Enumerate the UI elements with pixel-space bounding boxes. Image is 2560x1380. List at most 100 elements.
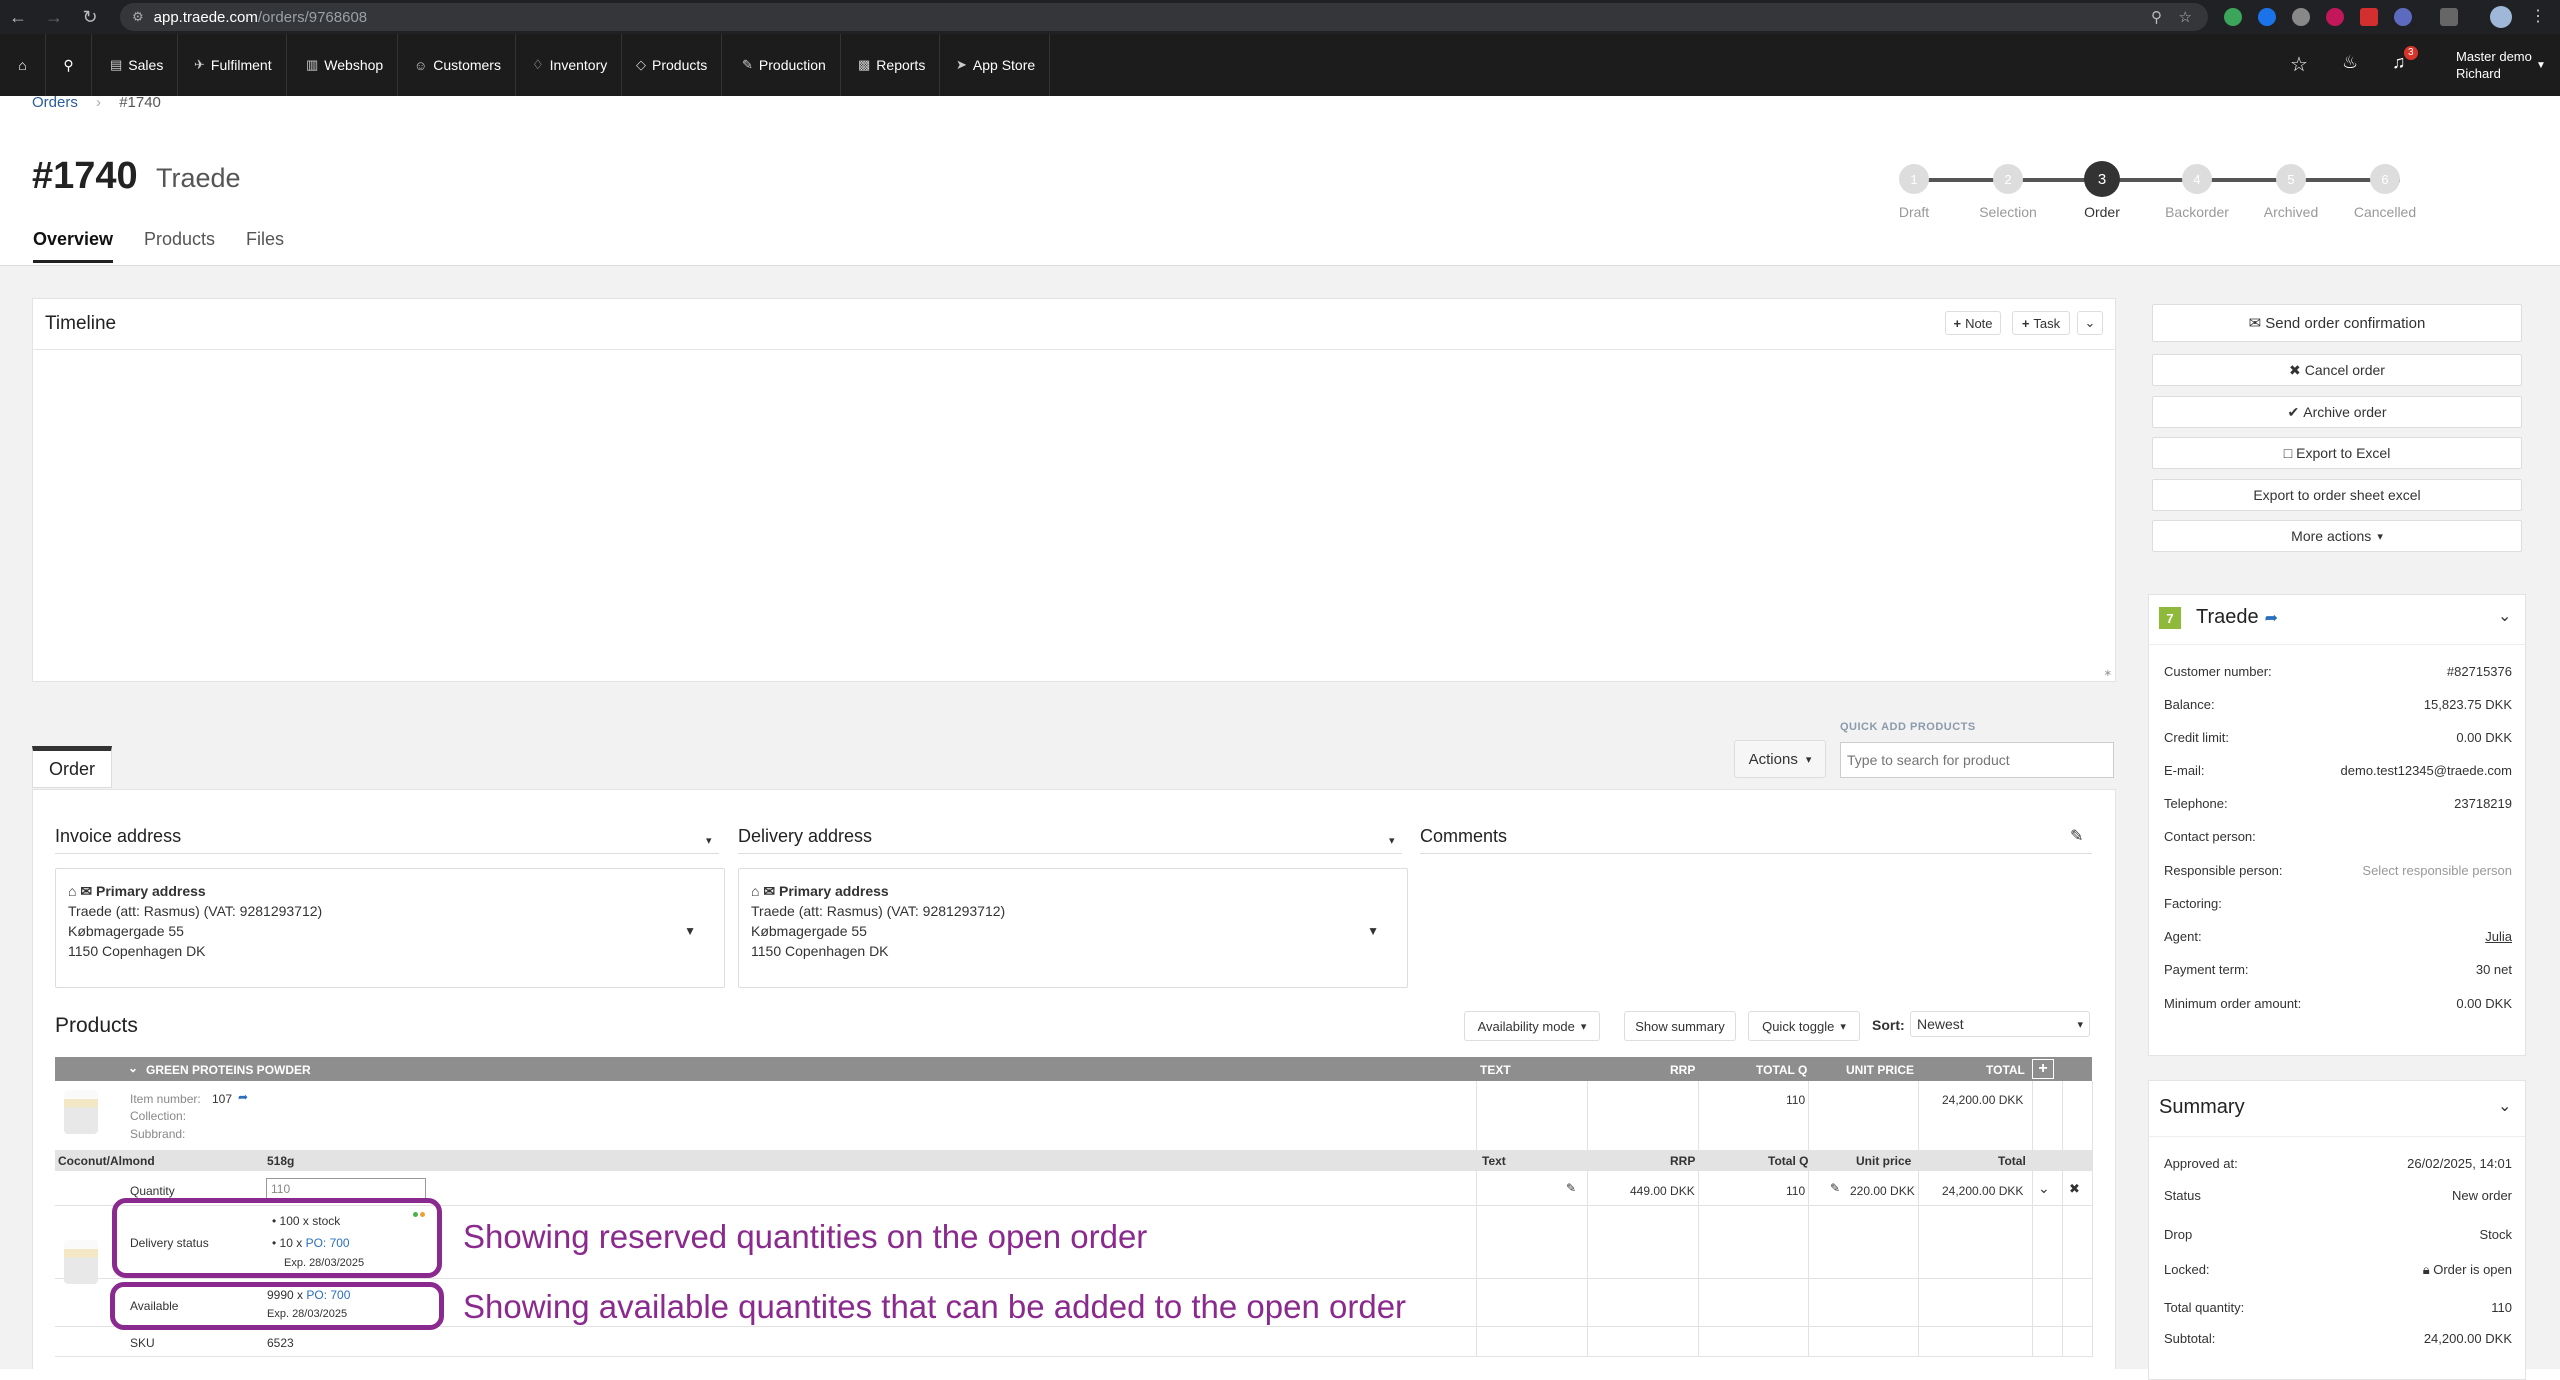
search-icon[interactable]: ⚲	[46, 34, 92, 96]
summary-divider	[2149, 1136, 2525, 1137]
extension-icon[interactable]	[2394, 8, 2412, 26]
nav-production[interactable]: ✎ Production	[728, 34, 841, 96]
order-actions-button[interactable]: Actions ▾	[1734, 740, 1826, 778]
step-cancelled[interactable]: 6	[2370, 164, 2400, 194]
extension-icon[interactable]	[2292, 8, 2310, 26]
external-link-icon[interactable]: ➦	[238, 1090, 248, 1104]
delivery-address-card[interactable]: ⌂ ✉ Primary address Traede (att: Rasmus)…	[738, 868, 1408, 988]
nav-customers[interactable]: ☺ Customers	[400, 34, 516, 96]
extensions-puzzle-icon[interactable]	[2440, 8, 2458, 26]
breadcrumb-orders[interactable]: Orders	[32, 94, 78, 111]
edit-price-pencil-icon[interactable]: ✎	[1830, 1181, 1840, 1195]
col-text: TEXT	[1480, 1063, 1511, 1077]
quick-add-search-input[interactable]	[1840, 742, 2114, 778]
caret-down-icon: ▾	[2077, 1018, 2083, 1031]
field-label: Agent:	[2164, 929, 2202, 944]
note-label: Note	[1965, 315, 1993, 331]
nav-products[interactable]: ◇ Products	[622, 34, 723, 96]
row-expand-chevron-icon[interactable]: ⌄	[2038, 1180, 2050, 1197]
tab-files[interactable]: Files	[246, 229, 284, 250]
caret-down-icon[interactable]: ▼	[1367, 921, 1379, 941]
summary-field[interactable]: Status New order	[2164, 1188, 2512, 1203]
reload-icon[interactable]: ↻	[72, 0, 108, 34]
caret-down-icon[interactable]: ▼	[2536, 60, 2546, 71]
more-actions-button[interactable]: More actions ▾	[2152, 520, 2522, 552]
nav-webshop[interactable]: ▥ Webshop	[292, 34, 399, 96]
availability-mode-button[interactable]: Availability mode ▾	[1464, 1011, 1600, 1041]
zoom-icon[interactable]: ⚲	[2151, 8, 2162, 26]
add-note-button[interactable]: + Note	[1945, 311, 2001, 335]
favorites-star-icon[interactable]: ☆	[2290, 52, 2308, 77]
address-bar[interactable]: ⚙ app.traede.com/orders/9768608 ⚲ ☆	[120, 3, 2208, 31]
add-task-button[interactable]: + Task	[2012, 311, 2070, 335]
customer-collapse-icon[interactable]: ⌄	[2498, 606, 2511, 626]
comments-divider	[1420, 853, 2092, 854]
show-summary-button[interactable]: Show summary	[1624, 1011, 1736, 1041]
field-label: Telephone:	[2164, 796, 2228, 811]
step-archived[interactable]: 5	[2276, 164, 2306, 194]
timeline-panel: Timeline + Note + Task ⌄ ∗	[32, 298, 2116, 682]
timeline-toggle-button[interactable]: ⌄	[2077, 311, 2103, 335]
back-icon[interactable]: ←	[0, 0, 36, 34]
product-thumbnail[interactable]	[64, 1090, 98, 1134]
bookmark-star-icon[interactable]: ☆	[2179, 8, 2192, 26]
field-label: Minimum order amount:	[2164, 996, 2302, 1011]
export-order-sheet-button[interactable]: Export to order sheet excel	[2152, 479, 2522, 511]
invoice-address-card[interactable]: ⌂ ✉ Primary address Traede (att: Rasmus)…	[55, 868, 725, 988]
step-order[interactable]: 3	[2084, 161, 2120, 197]
quick-toggle-button[interactable]: Quick toggle ▾	[1748, 1011, 1860, 1041]
nav-app-store[interactable]: ➤ App Store	[942, 34, 1051, 96]
nav-sales[interactable]: ▤ Sales	[96, 34, 179, 96]
profile-avatar[interactable]	[2490, 6, 2512, 28]
archive-order-button[interactable]: ✔ Archive order	[2152, 396, 2522, 428]
sort-select[interactable]: Newest ▾	[1910, 1011, 2090, 1037]
collapse-chevron-icon[interactable]: ⌄	[128, 1061, 138, 1075]
edit-text-pencil-icon[interactable]: ✎	[1566, 1181, 1576, 1195]
nav-fulfilment[interactable]: ✈ Fulfilment	[180, 34, 287, 96]
fire-icon[interactable]: ♨	[2342, 52, 2358, 73]
caret-down-icon[interactable]: ▼	[684, 921, 696, 941]
step-draft[interactable]: 1	[1899, 164, 1929, 194]
customer-field[interactable]: Responsible person: Select responsible pe…	[2164, 863, 2512, 878]
quantity-input[interactable]	[266, 1178, 426, 1200]
step-backorder[interactable]: 4	[2182, 164, 2212, 194]
variant-col-text: Text	[1482, 1154, 1506, 1168]
customer-field[interactable]: Payment term: 30 net	[2164, 962, 2512, 977]
main-navigation: ⌂ ⚲ ▤ Sales ✈ Fulfilment ▥ Webshop ☺ Custome…	[0, 34, 2560, 96]
collection-label: Collection:	[130, 1109, 187, 1123]
invoice-caret-icon[interactable]: ▾	[706, 834, 712, 847]
external-link-icon[interactable]: ➦	[2265, 610, 2278, 627]
remove-row-close-icon[interactable]: ✖	[2069, 1181, 2080, 1197]
customer-name[interactable]: Traede ➦	[2196, 606, 2278, 629]
nav-inventory[interactable]: ♢ Inventory	[518, 34, 623, 96]
send-order-confirmation-button[interactable]: ✉ Send order confirmation	[2152, 304, 2522, 342]
customer-field[interactable]: Agent: Julia	[2164, 929, 2512, 944]
annotation-available: Showing available quantites that can be …	[463, 1288, 1407, 1325]
user-menu[interactable]: Master demo Richard	[2456, 48, 2532, 82]
forward-icon[interactable]: →	[36, 0, 72, 34]
home-icon[interactable]: ⌂	[0, 34, 46, 96]
edit-comments-pencil-icon[interactable]: ✎	[2070, 826, 2083, 846]
extension-icon[interactable]	[2258, 8, 2276, 26]
tab-products[interactable]: Products	[144, 229, 215, 250]
add-row-button[interactable]: +	[2032, 1059, 2054, 1079]
browser-menu-icon[interactable]: ⋮	[2530, 6, 2546, 26]
summary-collapse-icon[interactable]: ⌄	[2498, 1096, 2511, 1116]
step-selection[interactable]: 2	[1993, 164, 2023, 194]
extension-icon[interactable]	[2360, 8, 2378, 26]
cancel-order-button[interactable]: ✖ Cancel order	[2152, 354, 2522, 386]
resize-handle-icon[interactable]: ∗	[2104, 668, 2112, 679]
nav-reports[interactable]: ▩ Reports	[844, 34, 941, 96]
site-info-icon[interactable]: ⚙	[132, 9, 144, 25]
field-value: Julia	[2485, 929, 2512, 944]
variant-thumbnail[interactable]	[64, 1240, 98, 1284]
field-label: Customer number:	[2164, 664, 2272, 679]
nav-label: Inventory	[549, 57, 608, 73]
extension-icon[interactable]	[2224, 8, 2242, 26]
extension-icon[interactable]	[2326, 8, 2344, 26]
delivery-caret-icon[interactable]: ▾	[1389, 834, 1395, 847]
tab-overview[interactable]: Overview	[33, 229, 114, 263]
export-excel-button[interactable]: □ Export to Excel	[2152, 437, 2522, 469]
url-path: /orders/9768608	[257, 8, 368, 26]
order-tab[interactable]: Order	[32, 746, 112, 788]
